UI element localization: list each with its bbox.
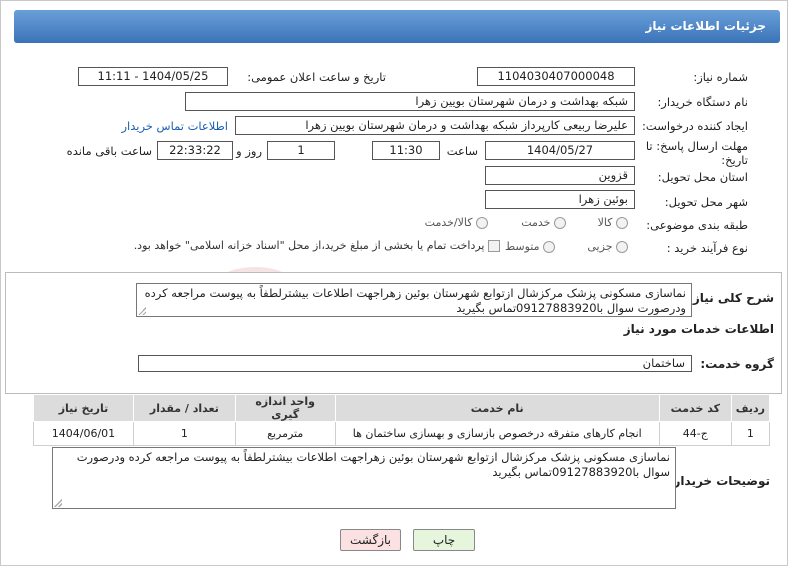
column-header-service-code: کد خدمت [658,394,732,422]
deadline-label-line1: مهلت ارسال پاسخ: تا [645,139,748,153]
service-group-label: گروه خدمت: [700,357,774,371]
radio-icon[interactable] [616,217,628,229]
city-field[interactable]: بوئین زهرا [485,190,635,209]
column-header-quantity: تعداد / مقدار [132,394,236,422]
buyer-notes-textarea[interactable]: نماسازی مسکونی پزشک مرکزشال ازتوابع شهرس… [52,447,676,509]
services-section-title: اطلاعات خدمات مورد نیاز [623,322,774,336]
deadline-time-field[interactable]: 11:30 [372,141,440,160]
days-field[interactable]: 1 [267,141,335,160]
process-option-minor[interactable]: جزیی [587,240,628,253]
summary-text: نماسازی مسکونی پزشک مرکزشال ازتوابع شهرس… [144,286,686,315]
buyer-notes-text: نماسازی مسکونی پزشک مرکزشال ازتوابع شهرس… [76,450,670,479]
table-row: 1 ج-44 انجام کارهای متفرقه درخصوص بازساز… [33,421,771,446]
deadline-date-field[interactable]: 1404/05/27 [485,141,635,160]
need-number-field[interactable]: 1104030407000048 [477,67,635,86]
radio-icon[interactable] [543,241,555,253]
deadline-label-line2: تاریخ: [721,153,748,167]
buyer-org-label: نام دستگاه خریدار: [657,95,748,109]
radio-icon[interactable] [554,217,566,229]
table-header-row: ردیف کد خدمت نام خدمت واحد اندازه گیری ت… [33,394,771,422]
days-label: روز و [236,144,262,158]
remaining-time-field[interactable]: 22:33:22 [157,141,233,160]
category-option-goods[interactable]: کالا [598,216,628,229]
print-button[interactable]: چاپ [413,529,475,551]
checkbox-icon[interactable] [488,240,500,252]
cell-service-name: انجام کارهای متفرقه درخصوص بازسازی و بهس… [334,421,660,446]
province-label: استان محل تحویل: [657,170,748,184]
creator-field[interactable]: علیرضا ربیعی کارپرداز شبکه بهداشت و درما… [235,116,635,135]
column-header-row-number: ردیف [730,394,771,422]
need-number-label: شماره نیاز: [693,70,748,84]
resize-handle-icon[interactable] [138,307,146,315]
summary-label: شرح کلی نیاز: [688,291,774,305]
remaining-label: ساعت باقی مانده [66,144,152,158]
page-title: جزئیات اطلاعات نیاز [14,10,780,43]
cell-need-date: 1404/06/01 [33,421,134,446]
cell-quantity: 1 [132,421,236,446]
resize-handle-icon[interactable] [54,499,62,507]
creator-label: ایجاد کننده درخواست: [642,119,748,133]
category-option-goods-service[interactable]: کالا/خدمت [425,216,488,229]
category-label: طبقه بندی موضوعی: [646,218,748,232]
category-option-service[interactable]: خدمت [521,216,566,229]
announce-label: تاریخ و ساعت اعلان عمومی: [247,70,386,84]
column-header-need-date: تاریخ نیاز [33,394,134,422]
column-header-service-name: نام خدمت [334,394,660,422]
cell-unit: مترمربع [234,421,336,446]
treasury-payment-option[interactable]: پرداخت تمام یا بخشی از مبلغ خرید،از محل … [134,239,500,252]
announce-field[interactable]: 1404/05/25 - 11:11 [78,67,228,86]
process-option-medium[interactable]: متوسط [505,240,555,253]
radio-icon[interactable] [616,241,628,253]
cell-row-number: 1 [730,421,771,446]
radio-icon[interactable] [476,217,488,229]
cell-service-code: ج-44 [658,421,732,446]
city-label: شهر محل تحویل: [664,195,748,209]
column-header-unit: واحد اندازه گیری [234,394,336,422]
buyer-org-field[interactable]: شبکه بهداشت و درمان شهرستان بویین زهرا [185,92,635,111]
buyer-contact-link[interactable]: اطلاعات تماس خریدار [121,119,228,133]
service-group-field[interactable]: ساختمان [138,355,692,372]
services-table: ردیف کد خدمت نام خدمت واحد اندازه گیری ت… [33,394,771,446]
process-label: نوع فرآیند خرید : [666,241,748,255]
province-field[interactable]: قزوین [485,166,635,185]
summary-textarea[interactable]: نماسازی مسکونی پزشک مرکزشال ازتوابع شهرس… [136,283,692,317]
deadline-time-label: ساعت [446,144,478,158]
back-button[interactable]: بازگشت [340,529,401,551]
buyer-notes-label: توضیحات خریدار: [668,474,770,488]
